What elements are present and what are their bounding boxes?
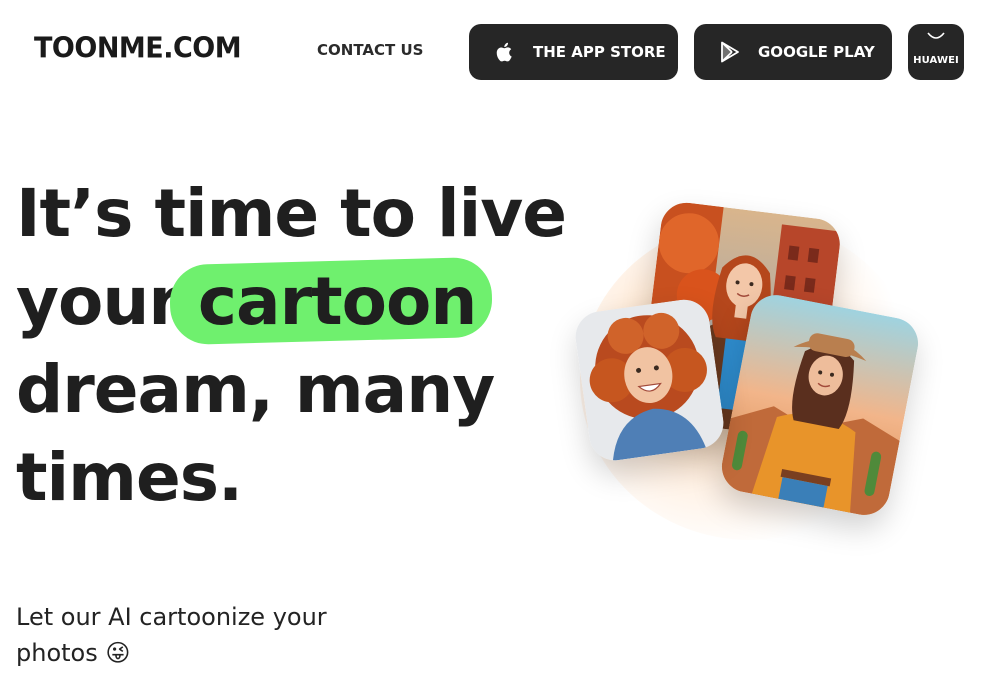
google-play-icon (718, 40, 742, 64)
subtitle-line-2: photos 😜 (16, 639, 131, 667)
huawei-icon (926, 30, 946, 44)
site-logo[interactable]: TOONME.COM (34, 32, 242, 65)
photo-card-curly-hair (572, 296, 727, 464)
huawei-label: HUAWEI (913, 55, 959, 66)
page: TOONME.COM CONTACT US THE APP STORE GOOG… (0, 0, 1000, 700)
headline-line-3: dream, many (16, 351, 495, 428)
huawei-button[interactable]: HUAWEI (908, 24, 964, 80)
app-store-label: THE APP STORE (533, 43, 666, 61)
google-play-label: GOOGLE PLAY (758, 43, 875, 61)
google-play-button[interactable]: GOOGLE PLAY (694, 24, 892, 80)
headline-highlight: cartoon (170, 258, 492, 346)
hero-headline: It’s time to live your cartoon dream, man… (16, 170, 567, 522)
app-store-button[interactable]: THE APP STORE (469, 24, 678, 80)
contact-us-link[interactable]: CONTACT US (317, 41, 423, 59)
headline-line-2-prefix: your (16, 263, 181, 340)
headline-line-4: times. (16, 439, 243, 516)
headline-line-2: your cartoon (16, 258, 536, 346)
hero-image-collage (560, 180, 960, 560)
subtitle-line-1: Let our AI cartoonize your (16, 603, 327, 631)
headline-line-1: It’s time to live (16, 175, 567, 252)
cartoon-card-desert (717, 290, 923, 520)
apple-icon (493, 40, 517, 64)
hero-subtitle: Let our AI cartoonize your photos 😜 (16, 599, 376, 671)
